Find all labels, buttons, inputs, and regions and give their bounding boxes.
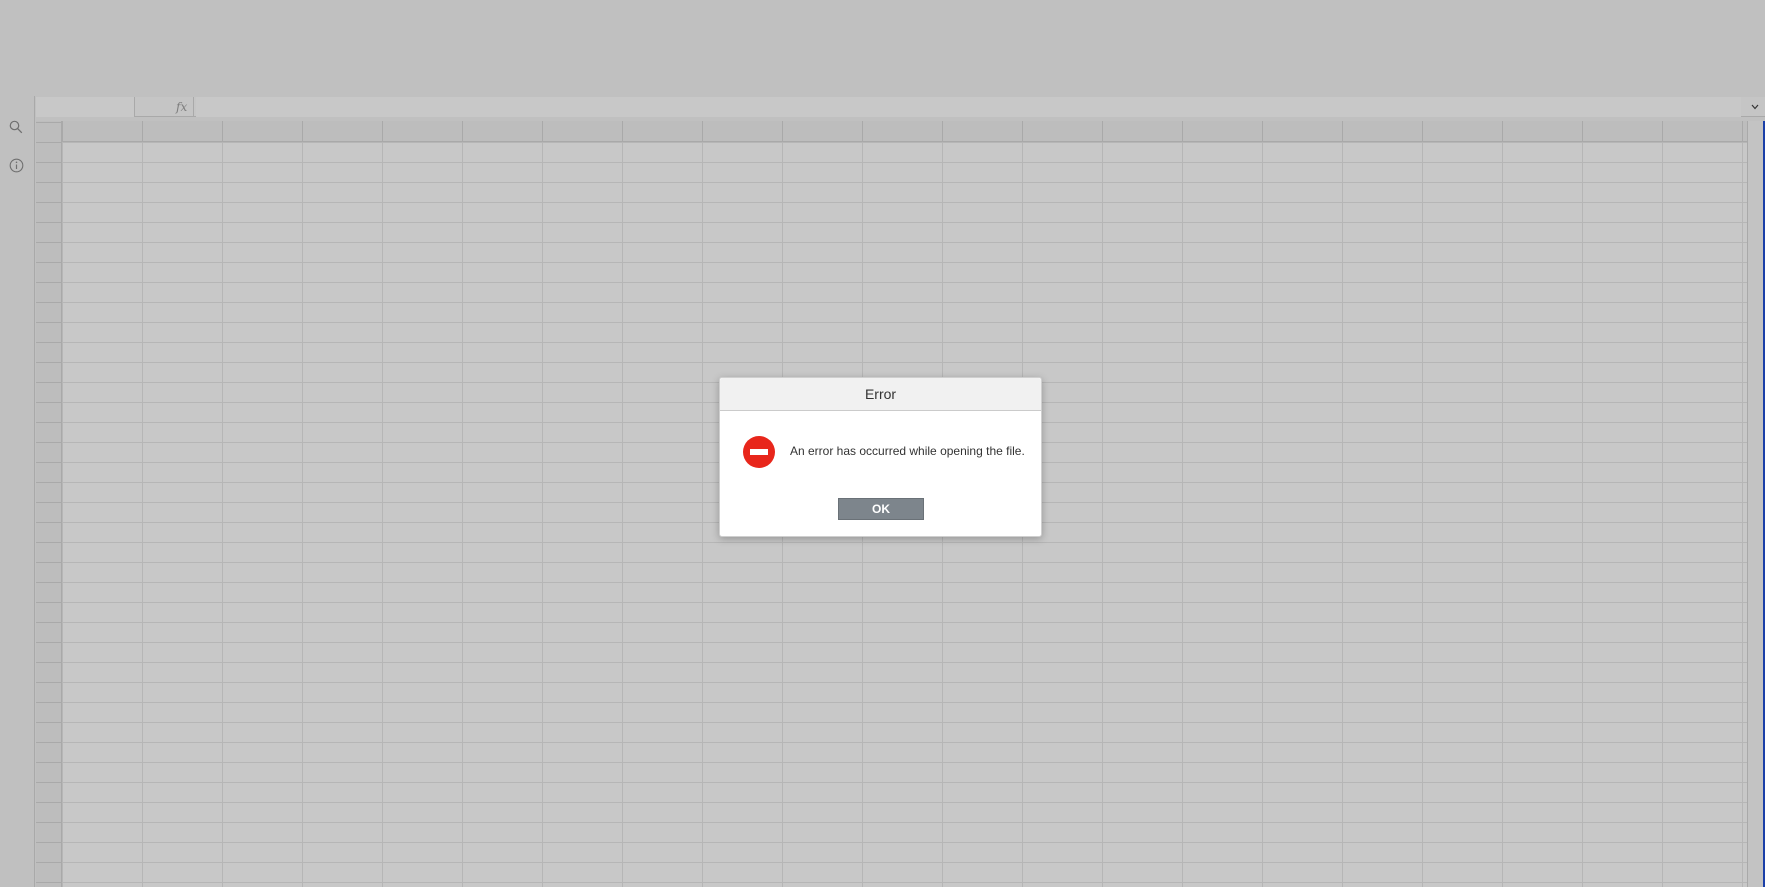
toolbar-area [0, 0, 1765, 96]
fx-label: fx [176, 100, 188, 114]
error-stop-icon [743, 436, 775, 468]
ok-button[interactable]: OK [838, 498, 924, 520]
left-sidebar [0, 96, 35, 887]
spreadsheet-app: fx Error An error has occurred while ope… [0, 0, 1765, 887]
dialog-message: An error has occurred while opening the … [790, 444, 1025, 458]
column-headers[interactable] [36, 121, 1765, 142]
info-icon[interactable] [7, 156, 25, 174]
formula-bar: fx [36, 97, 1765, 117]
search-icon[interactable] [7, 118, 25, 136]
name-box[interactable] [36, 97, 135, 117]
dialog-body: An error has occurred while opening the … [720, 412, 1041, 492]
formula-input[interactable] [196, 97, 1741, 117]
row-headers[interactable] [36, 121, 62, 887]
chevron-down-icon[interactable] [1747, 97, 1763, 117]
error-dialog: Error An error has occurred while openin… [719, 377, 1042, 537]
dialog-title: Error [720, 378, 1041, 411]
fx-icon[interactable]: fx [138, 97, 194, 117]
